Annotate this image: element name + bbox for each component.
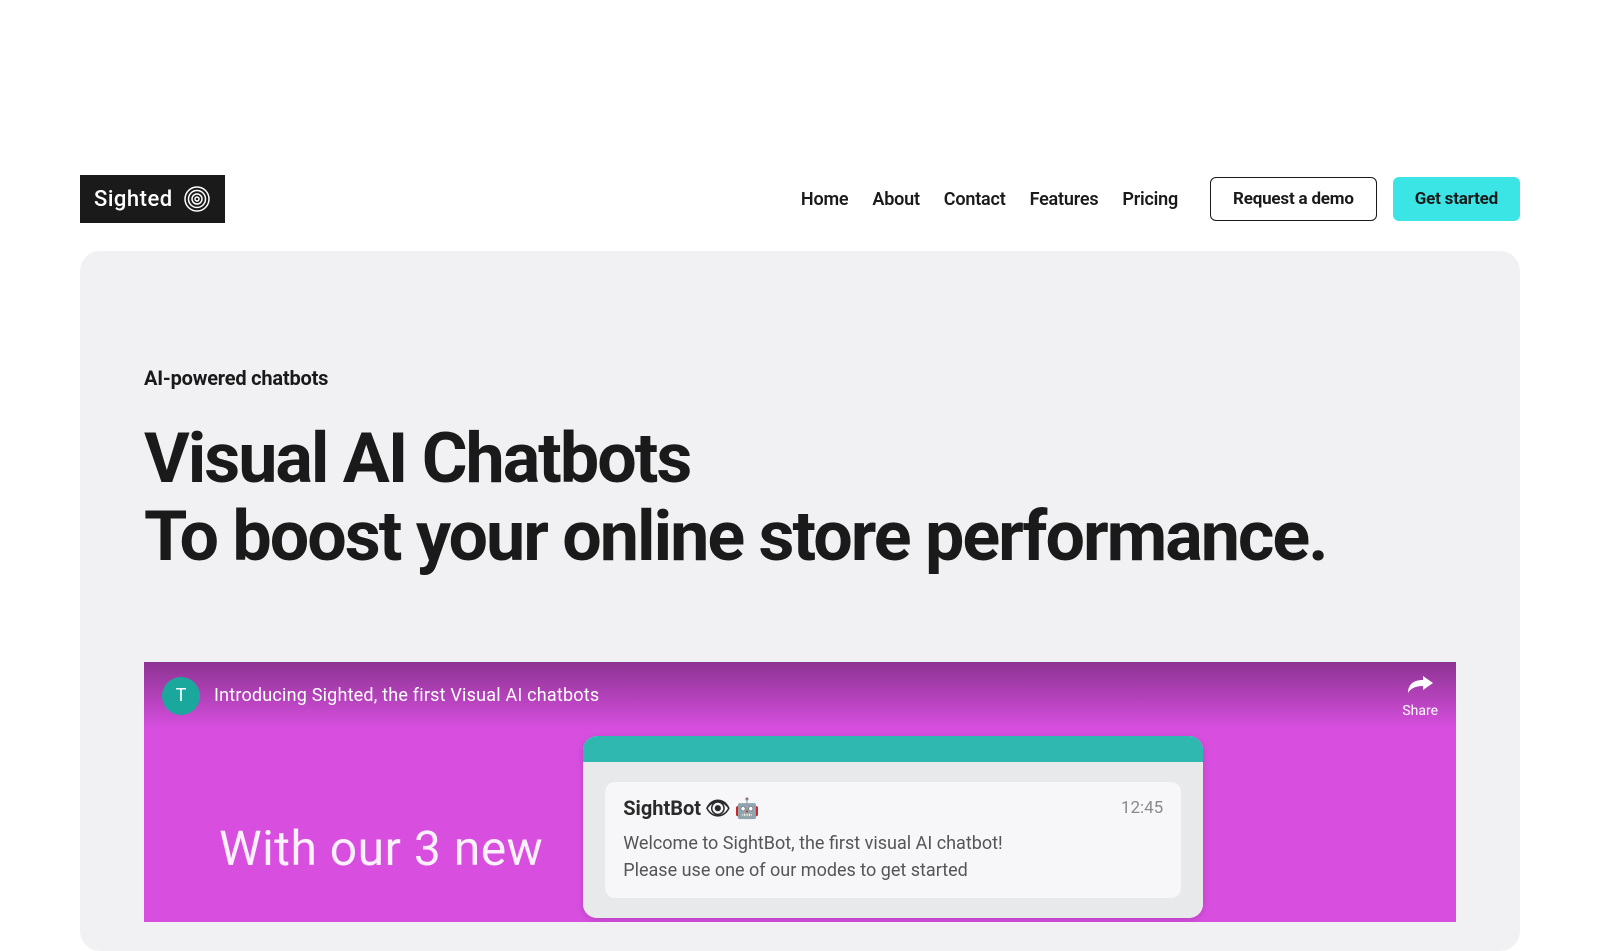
video-overlay-text: With our 3 new [219, 820, 543, 877]
eye-icon: 👁 [705, 796, 730, 820]
chat-message: Welcome to SightBot, the first visual AI… [623, 830, 1163, 884]
chat-window: SightBot 👁 🤖 12:45 Welcome to SightBot, … [583, 736, 1203, 918]
video-embed[interactable]: T Introducing Sighted, the first Visual … [144, 662, 1456, 922]
share-arrow-icon [1405, 673, 1435, 699]
header: Sighted Home About Contact Features Pric… [80, 175, 1520, 223]
chat-bubble-head: SightBot 👁 🤖 12:45 [623, 796, 1163, 820]
hero-headline-line2: To boost your online store performance. [144, 496, 1327, 578]
nav-link-home[interactable]: Home [801, 189, 848, 210]
nav-link-contact[interactable]: Contact [944, 189, 1006, 210]
hero-eyebrow: AI-powered chatbots [144, 366, 1456, 390]
main-nav: Home About Contact Features Pricing Requ… [801, 177, 1520, 221]
nav-link-pricing[interactable]: Pricing [1122, 189, 1178, 210]
hero-headline: Visual AI Chatbots To boost your online … [144, 420, 1456, 577]
robot-icon: 🤖 [734, 796, 759, 820]
video-share-button[interactable]: Share [1402, 673, 1438, 719]
chat-header-bar [583, 736, 1203, 762]
chat-body: SightBot 👁 🤖 12:45 Welcome to SightBot, … [583, 762, 1203, 918]
logo-text: Sighted [94, 187, 173, 212]
video-title[interactable]: Introducing Sighted, the first Visual AI… [214, 685, 599, 706]
nav-link-features[interactable]: Features [1030, 189, 1099, 210]
chat-bot-name: SightBot 👁 🤖 [623, 796, 759, 820]
hero-headline-line1: Visual AI Chatbots [144, 418, 690, 500]
chat-timestamp: 12:45 [1121, 798, 1163, 818]
get-started-button[interactable]: Get started [1393, 177, 1520, 221]
logo[interactable]: Sighted [80, 175, 225, 223]
request-demo-button[interactable]: Request a demo [1210, 177, 1377, 221]
video-topbar: T Introducing Sighted, the first Visual … [144, 662, 1456, 730]
hero-section: AI-powered chatbots Visual AI Chatbots T… [80, 251, 1520, 951]
nav-link-about[interactable]: About [872, 189, 919, 210]
logo-swirl-icon [183, 185, 211, 213]
chat-bubble: SightBot 👁 🤖 12:45 Welcome to SightBot, … [605, 782, 1181, 898]
video-channel-avatar[interactable]: T [162, 677, 200, 715]
video-share-label: Share [1402, 703, 1438, 719]
nav-buttons: Request a demo Get started [1210, 177, 1520, 221]
video-title-area: T Introducing Sighted, the first Visual … [162, 677, 599, 715]
